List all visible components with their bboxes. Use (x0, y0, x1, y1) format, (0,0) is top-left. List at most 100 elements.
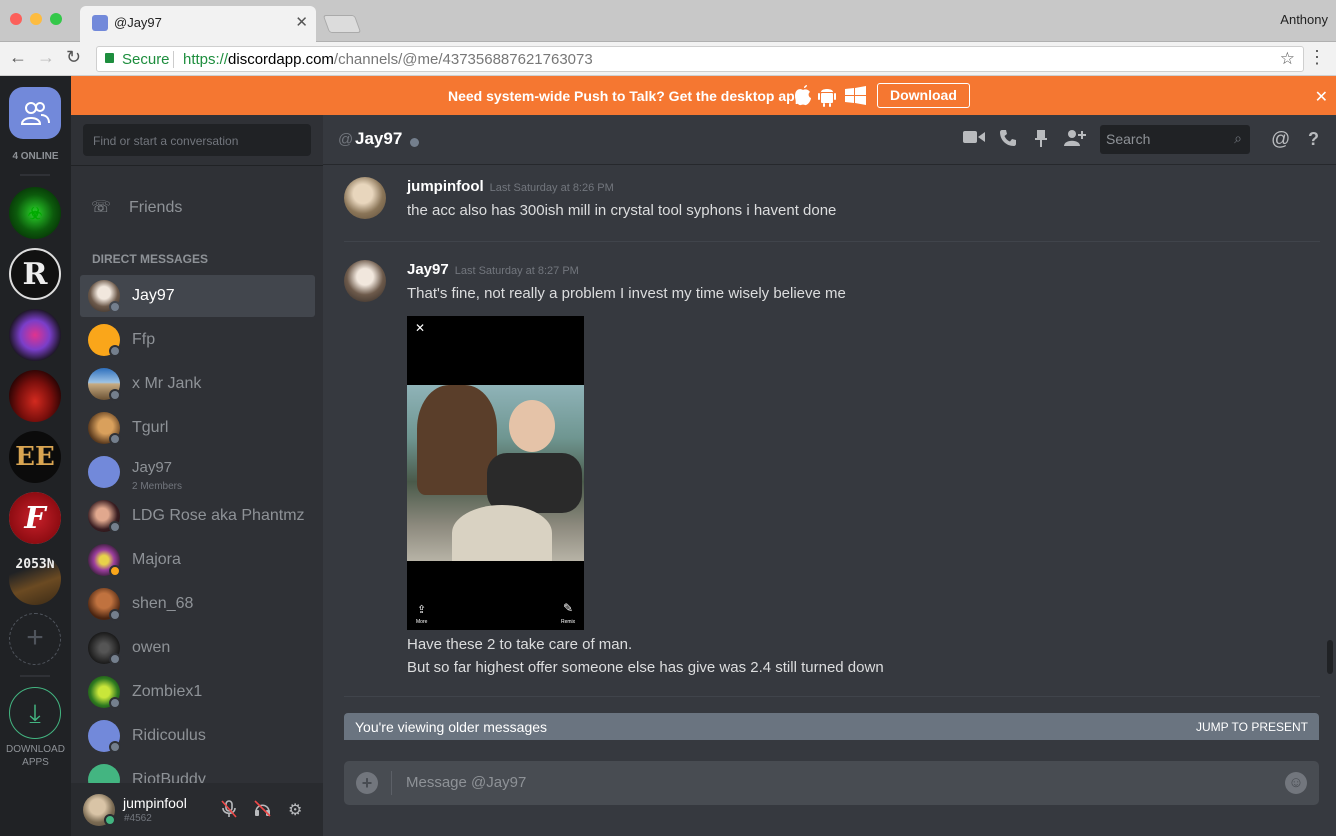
friends-link[interactable]: ☏ Friends (91, 197, 182, 217)
browser-tab-active[interactable]: @Jay97 ✕ (80, 6, 316, 42)
photo-detail (487, 453, 582, 513)
dm-name: Ridicoulus (132, 727, 206, 744)
url-text[interactable]: https://discordapp.com/channels/@me/4373… (183, 51, 593, 68)
dm-item-majora[interactable]: Majora (80, 539, 315, 581)
message-input[interactable]: Message @Jay97 (406, 774, 526, 791)
server-f[interactable]: F (9, 492, 61, 544)
new-tab-button[interactable] (322, 15, 362, 33)
browser-tabbar: @Jay97 ✕ Anthony (0, 0, 1336, 42)
dm-item-zombiex1[interactable]: Zombiex1 (80, 671, 315, 713)
download-apps-button[interactable]: ⤓ (9, 687, 61, 739)
dm-name: LDG Rose aka Phantmz (132, 507, 305, 524)
dm-item-shen-68[interactable]: shen_68 (80, 583, 315, 625)
phone-person-icon: ☏ (91, 199, 112, 216)
message-search-input[interactable]: Search ⌕ (1100, 125, 1250, 154)
browser-profile-name[interactable]: Anthony (1280, 12, 1328, 27)
server-ee[interactable]: EE (9, 431, 61, 483)
channel-title: Jay97 (355, 129, 403, 148)
bookmark-star-icon[interactable]: ☆ (1280, 49, 1295, 69)
upload-plus-icon[interactable]: + (356, 772, 378, 794)
message-divider (344, 696, 1320, 697)
emoji-picker-icon[interactable]: ☺ (1285, 772, 1307, 794)
back-arrow-icon[interactable]: ← (9, 47, 27, 68)
message-text: That's fine, not really a problem I inve… (407, 285, 846, 302)
jump-to-present-button[interactable]: JUMP TO PRESENT (1196, 720, 1308, 734)
status-offline-indicator (109, 609, 121, 621)
server-biohazard[interactable]: ☣ (9, 187, 61, 239)
server-2053[interactable]: 2053N (9, 553, 61, 605)
message-timestamp: Last Saturday at 8:27 PM (454, 265, 579, 277)
dm-item-mr-jank[interactable]: x Mr Jank (80, 363, 315, 405)
message-avatar[interactable] (344, 177, 386, 219)
add-server-button[interactable]: + (9, 613, 61, 665)
desktop-app-banner: Need system-wide Push to Talk? Get the d… (71, 76, 1336, 115)
image-attachment[interactable]: ✕ ⇪ More ✎ Remix (407, 316, 584, 630)
dm-item-jay97[interactable]: Jay97 (80, 275, 315, 317)
dm-name: x Mr Jank (132, 375, 202, 392)
photo-detail (452, 505, 552, 561)
mute-microphone-icon[interactable] (221, 800, 237, 823)
dm-item-ridicoulus[interactable]: Ridicoulus (80, 715, 315, 757)
help-icon[interactable]: ? (1308, 129, 1319, 150)
download-apps-label: DOWNLOAD APPS (0, 743, 71, 769)
pinned-messages-icon[interactable] (1034, 129, 1048, 152)
message-avatar[interactable] (344, 260, 386, 302)
mentions-icon[interactable]: @ (1271, 129, 1290, 151)
server-r[interactable]: R (9, 248, 61, 300)
message-author-name: Jay97 (407, 261, 449, 278)
tab-close-icon[interactable]: ✕ (295, 13, 308, 31)
voice-call-icon[interactable] (999, 129, 1017, 152)
dm-item-ffp[interactable]: Ffp (80, 319, 315, 361)
server-wolf[interactable] (9, 309, 61, 361)
close-window-button[interactable] (10, 13, 22, 25)
friends-home-button[interactable] (9, 87, 61, 139)
user-discriminator: #4562 (124, 813, 152, 824)
dm-name: Jay97 (132, 459, 173, 476)
forward-arrow-icon[interactable]: → (37, 47, 55, 68)
photo-detail (509, 400, 555, 452)
messages-scrollbar[interactable] (1327, 640, 1333, 674)
browser-menu-icon[interactable]: ⋮ (1308, 47, 1326, 68)
dm-name: Zombiex1 (132, 683, 203, 700)
browser-toolbar: ← → ↻ Secure https://discordapp.com/chan… (0, 42, 1336, 76)
guild-separator-bottom (20, 675, 50, 677)
add-friend-to-dm-icon[interactable] (1064, 129, 1086, 152)
dm-name: Ffp (132, 331, 156, 348)
dm-item-ldg-rose[interactable]: LDG Rose aka Phantmz (80, 495, 315, 537)
find-conversation-input[interactable]: Find or start a conversation (83, 124, 311, 156)
banner-close-icon[interactable]: ✕ (1315, 87, 1328, 107)
reload-icon[interactable]: ↻ (66, 47, 81, 68)
dm-name: owen (132, 639, 171, 656)
banner-text: Need system-wide Push to Talk? Get the d… (448, 88, 808, 104)
message-author-name: jumpinfool (407, 178, 484, 195)
video-call-icon[interactable] (963, 129, 985, 150)
settings-gear-icon[interactable]: ⚙ (288, 800, 302, 820)
lock-icon (105, 53, 114, 63)
status-offline-indicator (109, 521, 121, 533)
minimize-window-button[interactable] (30, 13, 42, 25)
maximize-window-button[interactable] (50, 13, 62, 25)
status-online-indicator (104, 814, 116, 826)
server-red[interactable] (9, 370, 61, 422)
older-messages-bar[interactable]: You're viewing older messages JUMP TO PR… (344, 713, 1319, 740)
dm-item-owen[interactable]: owen (80, 627, 315, 669)
deafen-headphones-icon[interactable] (254, 800, 271, 822)
at-icon: @ (338, 131, 354, 148)
dm-item-tgurl[interactable]: Tgurl (80, 407, 315, 449)
dm-item-group-jay97[interactable]: Jay97 2 Members (80, 451, 315, 493)
address-bar[interactable]: Secure https://discordapp.com/channels/@… (96, 46, 1304, 72)
photo-detail (417, 385, 497, 495)
friends-label: Friends (129, 199, 183, 216)
tab-title: @Jay97 (114, 15, 162, 30)
banner-download-button[interactable]: Download (877, 83, 970, 108)
message-author[interactable]: jumpinfool Last Saturday at 8:26 PM (407, 178, 614, 195)
discord-favicon-icon (92, 15, 108, 31)
secure-label: Secure (122, 51, 170, 68)
status-offline-indicator (109, 389, 121, 401)
message-author[interactable]: Jay97 Last Saturday at 8:27 PM (407, 261, 579, 278)
chat-header: @ Jay97 Search ⌕ @ ? (323, 115, 1336, 165)
url-protocol: https:// (183, 51, 229, 68)
message-text: the acc also has 300ish mill in crystal … (407, 202, 837, 219)
dm-members-count: 2 Members (132, 481, 183, 492)
search-icon: ⌕ (1234, 130, 1242, 146)
